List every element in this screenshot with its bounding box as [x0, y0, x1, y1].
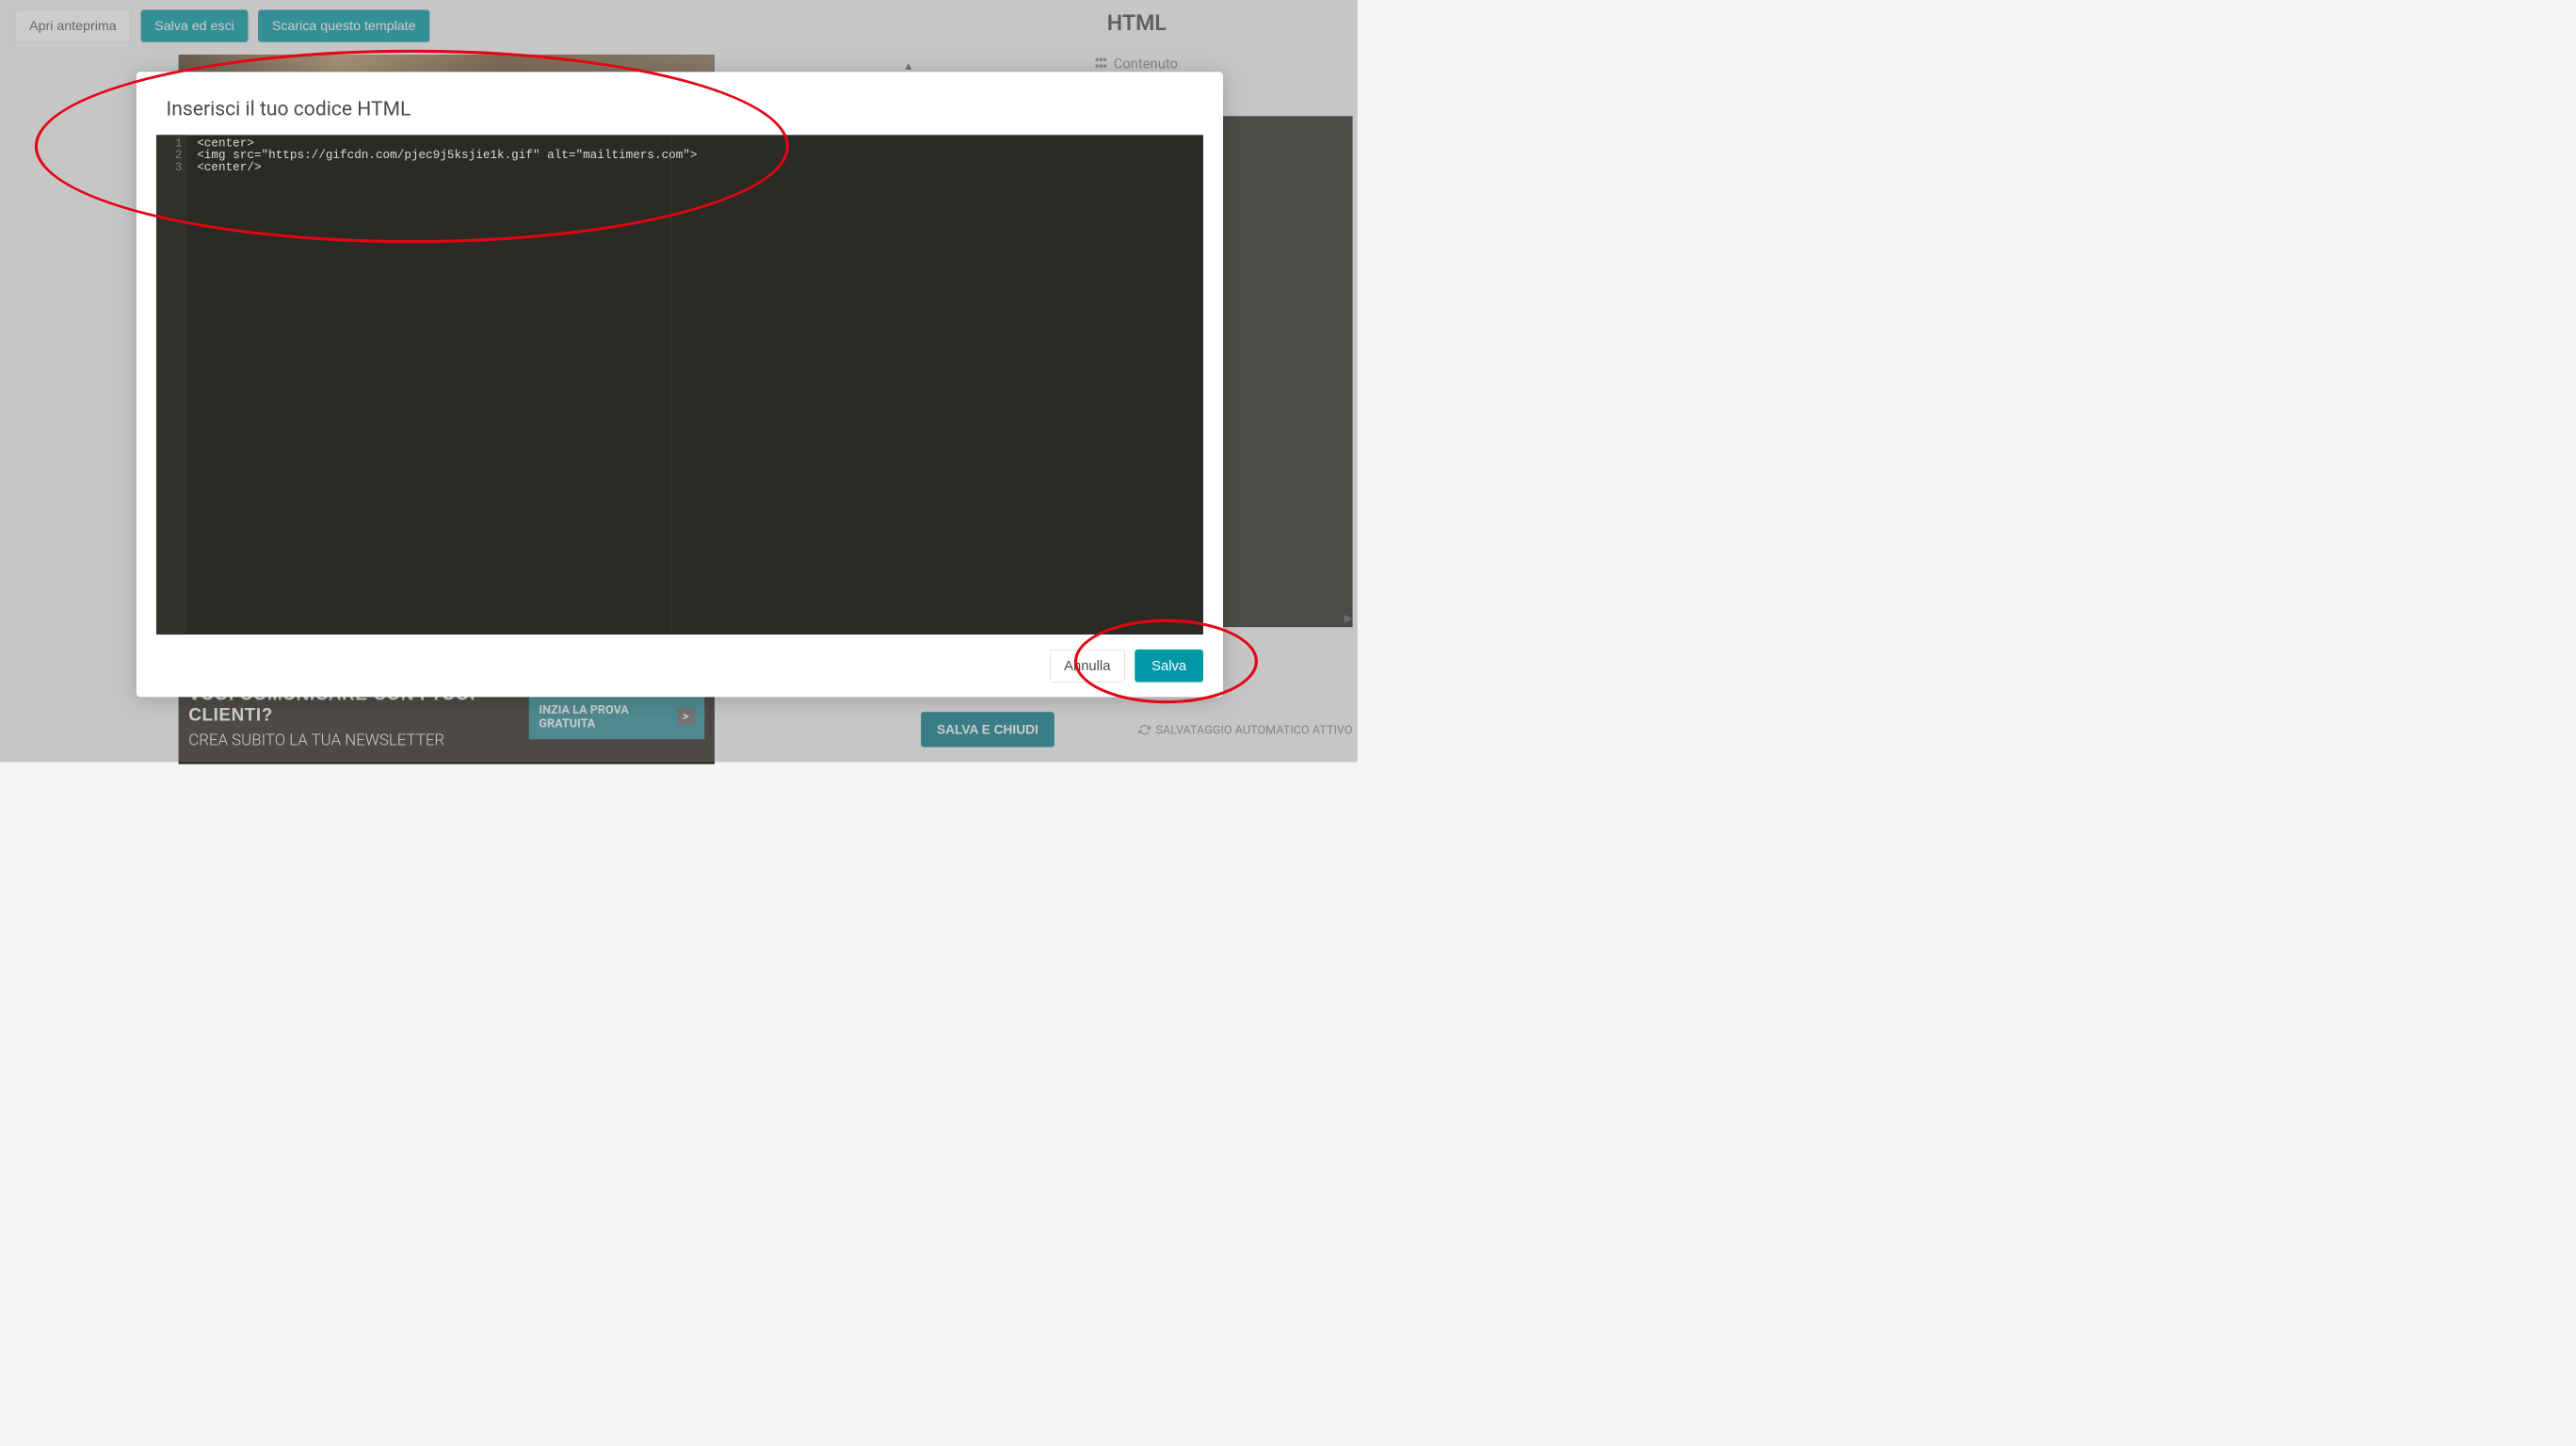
code-line: <img src="https://gifcdn.com/pjec9j5ksji… — [197, 150, 1193, 162]
code-content[interactable]: <center><img src="https://gifcdn.com/pje… — [187, 135, 1203, 173]
modal-footer: Annulla Salva — [137, 635, 1223, 697]
cancel-button[interactable]: Annulla — [1050, 650, 1125, 683]
html-code-modal: Inserisci il tuo codice HTML 1 2 3 <cent… — [137, 72, 1223, 697]
save-button[interactable]: Salva — [1135, 650, 1203, 683]
line-number: 3 — [156, 162, 182, 174]
code-margin-line — [671, 135, 672, 635]
code-line: <center/> — [197, 162, 1193, 174]
modal-title: Inserisci il tuo codice HTML — [137, 72, 1223, 135]
code-gutter: 1 2 3 — [156, 135, 187, 635]
code-editor[interactable]: 1 2 3 <center><img src="https://gifcdn.c… — [156, 135, 1203, 635]
